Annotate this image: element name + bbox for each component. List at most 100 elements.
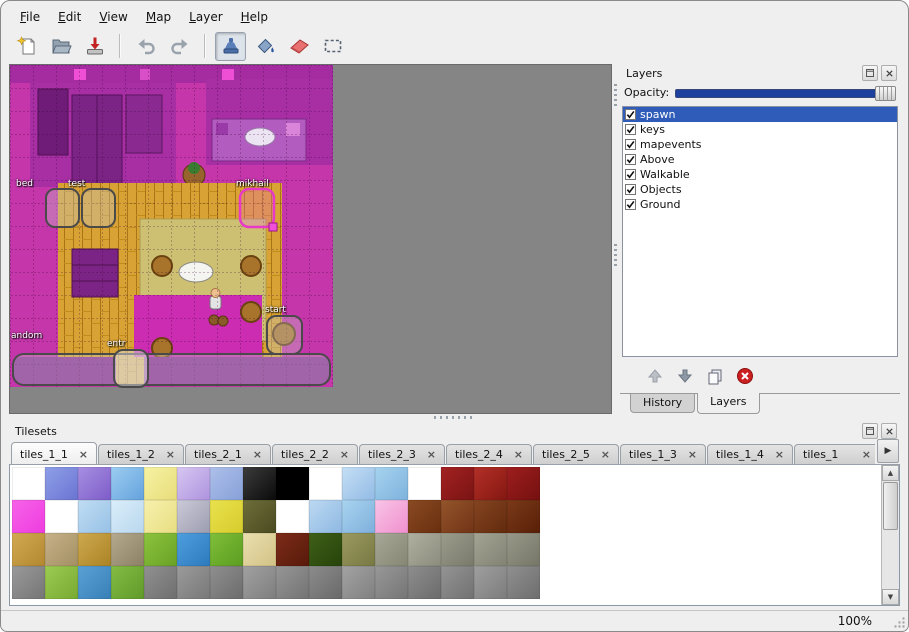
- dock-splitter-horizontal[interactable]: [1, 414, 908, 422]
- tile-3-5[interactable]: [177, 566, 210, 599]
- tile-1-6[interactable]: [210, 500, 243, 533]
- tile-2-4[interactable]: [144, 533, 177, 566]
- layer-visibility-checkbox[interactable]: [625, 169, 636, 180]
- layer-visibility-checkbox[interactable]: [625, 199, 636, 210]
- tile-1-11[interactable]: [375, 500, 408, 533]
- new-button[interactable]: [11, 32, 42, 61]
- scrollbar-thumb[interactable]: [883, 482, 898, 530]
- tile-0-0[interactable]: [12, 467, 45, 500]
- tile-2-15[interactable]: [507, 533, 540, 566]
- dock-tab-history[interactable]: History: [630, 394, 695, 413]
- tileset-scrollbar[interactable]: ▲ ▼: [881, 465, 899, 605]
- tile-1-0[interactable]: [12, 500, 45, 533]
- dock-splitter-vertical[interactable]: [612, 64, 620, 414]
- tile-1-14[interactable]: [474, 500, 507, 533]
- map-canvas[interactable]: bedtestmikhailstartandomentr: [9, 64, 612, 414]
- layer-visibility-checkbox[interactable]: [625, 184, 636, 195]
- tile-2-9[interactable]: [309, 533, 342, 566]
- stamp-brush-button[interactable]: [215, 32, 246, 61]
- tile-0-11[interactable]: [375, 467, 408, 500]
- tile-3-2[interactable]: [78, 566, 111, 599]
- open-button[interactable]: [45, 32, 76, 61]
- tab-close-icon[interactable]: ×: [862, 449, 871, 460]
- layer-visibility-checkbox[interactable]: [625, 109, 636, 120]
- tileset-tab-tiles_2_1[interactable]: tiles_2_1×: [185, 444, 271, 464]
- tileset-tab-tiles_1[interactable]: tiles_1×: [794, 444, 875, 464]
- menu-map[interactable]: Map: [137, 8, 180, 26]
- opacity-slider-handle[interactable]: [875, 86, 896, 101]
- tileset-view[interactable]: ▲ ▼: [9, 465, 900, 606]
- tile-2-6[interactable]: [210, 533, 243, 566]
- eraser-button[interactable]: [283, 32, 314, 61]
- tile-0-10[interactable]: [342, 467, 375, 500]
- tile-3-4[interactable]: [144, 566, 177, 599]
- tile-2-5[interactable]: [177, 533, 210, 566]
- tile-2-11[interactable]: [375, 533, 408, 566]
- tile-2-14[interactable]: [474, 533, 507, 566]
- tileset-tab-tiles_2_5[interactable]: tiles_2_5×: [533, 444, 619, 464]
- tile-1-5[interactable]: [177, 500, 210, 533]
- tile-3-15[interactable]: [507, 566, 540, 599]
- tile-1-8[interactable]: [276, 500, 309, 533]
- tile-0-8[interactable]: [276, 467, 309, 500]
- raise-layer-button[interactable]: [642, 364, 667, 388]
- layer-row-keys[interactable]: keys: [623, 122, 897, 137]
- layer-visibility-checkbox[interactable]: [625, 139, 636, 150]
- lower-layer-button[interactable]: [672, 364, 697, 388]
- tile-1-10[interactable]: [342, 500, 375, 533]
- tileset-tab-tiles_2_4[interactable]: tiles_2_4×: [446, 444, 532, 464]
- close-panel-button[interactable]: [881, 65, 897, 81]
- tile-0-3[interactable]: [111, 467, 144, 500]
- tile-0-9[interactable]: [309, 467, 342, 500]
- save-button[interactable]: [79, 32, 110, 61]
- tile-2-2[interactable]: [78, 533, 111, 566]
- tab-close-icon[interactable]: ×: [427, 449, 436, 460]
- opacity-slider[interactable]: [675, 85, 896, 100]
- scrollbar-track[interactable]: [882, 481, 899, 589]
- tile-2-8[interactable]: [276, 533, 309, 566]
- tile-2-3[interactable]: [111, 533, 144, 566]
- tab-scroll-right-button[interactable]: ▶: [877, 439, 899, 463]
- tile-3-6[interactable]: [210, 566, 243, 599]
- layer-row-Above[interactable]: Above: [623, 152, 897, 167]
- tile-0-2[interactable]: [78, 467, 111, 500]
- layer-visibility-checkbox[interactable]: [625, 124, 636, 135]
- tile-0-12[interactable]: [408, 467, 441, 500]
- float-panel-button[interactable]: [862, 423, 878, 439]
- tile-3-8[interactable]: [276, 566, 309, 599]
- dock-tab-layers[interactable]: Layers: [697, 393, 759, 414]
- tile-0-5[interactable]: [177, 467, 210, 500]
- tile-1-9[interactable]: [309, 500, 342, 533]
- tile-3-11[interactable]: [375, 566, 408, 599]
- tile-3-14[interactable]: [474, 566, 507, 599]
- menu-view[interactable]: View: [90, 8, 136, 26]
- tile-2-10[interactable]: [342, 533, 375, 566]
- layer-row-Objects[interactable]: Objects: [623, 182, 897, 197]
- layer-row-Ground[interactable]: Ground: [623, 197, 897, 212]
- tile-0-6[interactable]: [210, 467, 243, 500]
- tile-3-7[interactable]: [243, 566, 276, 599]
- tile-0-1[interactable]: [45, 467, 78, 500]
- tile-1-15[interactable]: [507, 500, 540, 533]
- tile-1-12[interactable]: [408, 500, 441, 533]
- layer-visibility-checkbox[interactable]: [625, 154, 636, 165]
- menu-help[interactable]: Help: [232, 8, 277, 26]
- bucket-fill-button[interactable]: [249, 32, 280, 61]
- tile-2-0[interactable]: [12, 533, 45, 566]
- tile-0-15[interactable]: [507, 467, 540, 500]
- tile-2-12[interactable]: [408, 533, 441, 566]
- tile-1-1[interactable]: [45, 500, 78, 533]
- tile-0-14[interactable]: [474, 467, 507, 500]
- tile-2-1[interactable]: [45, 533, 78, 566]
- tile-3-1[interactable]: [45, 566, 78, 599]
- tile-3-9[interactable]: [309, 566, 342, 599]
- tile-1-2[interactable]: [78, 500, 111, 533]
- tile-0-13[interactable]: [441, 467, 474, 500]
- duplicate-layer-button[interactable]: [702, 364, 727, 388]
- tile-3-3[interactable]: [111, 566, 144, 599]
- tile-1-7[interactable]: [243, 500, 276, 533]
- float-panel-button[interactable]: [862, 65, 878, 81]
- tileset-tab-tiles_2_2[interactable]: tiles_2_2×: [272, 444, 358, 464]
- tileset-tab-tiles_1_3[interactable]: tiles_1_3×: [620, 444, 706, 464]
- scroll-up-button[interactable]: ▲: [882, 465, 899, 481]
